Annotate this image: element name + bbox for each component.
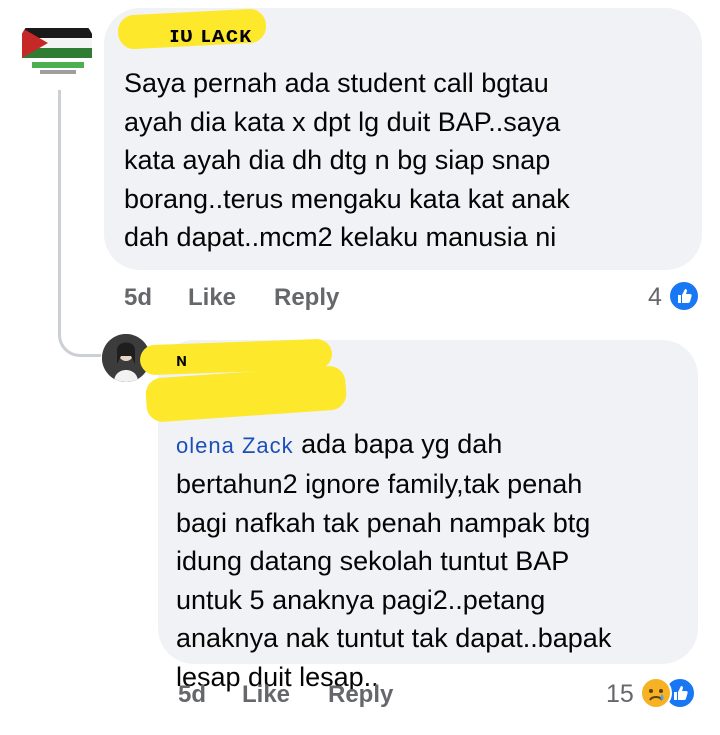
sad-icon[interactable] [640,677,672,709]
reply-timestamp[interactable]: 5d [178,681,206,709]
comment-reaction-count[interactable]: 4 [648,283,662,312]
comment-author[interactable]: ɪᴜ ʟᴀᴄᴋ [170,22,252,48]
avatar-image [18,12,96,90]
reply-mention[interactable]: olena Zack [176,433,294,458]
comment-text: Saya pernah ada student call bgtau ayah … [124,68,570,252]
reply-reply-button[interactable]: Reply [328,681,393,709]
commenter-avatar[interactable] [18,12,96,90]
like-icon[interactable] [668,280,700,312]
comment-reply-button[interactable]: Reply [274,284,339,312]
comment-like-button[interactable]: Like [188,284,236,312]
thread-connector [58,300,101,357]
thread-line [58,80,61,310]
reply-like-button[interactable]: Like [242,681,290,709]
reply-reaction-count[interactable]: 15 [606,680,634,709]
reply-author[interactable]: ɴ [176,350,187,371]
reply-text-first: ada bapa yg dah [293,428,503,459]
reply-text-rest: bertahun2 ignore family,tak penah bagi n… [176,469,612,692]
comment-timestamp[interactable]: 5d [124,284,152,312]
